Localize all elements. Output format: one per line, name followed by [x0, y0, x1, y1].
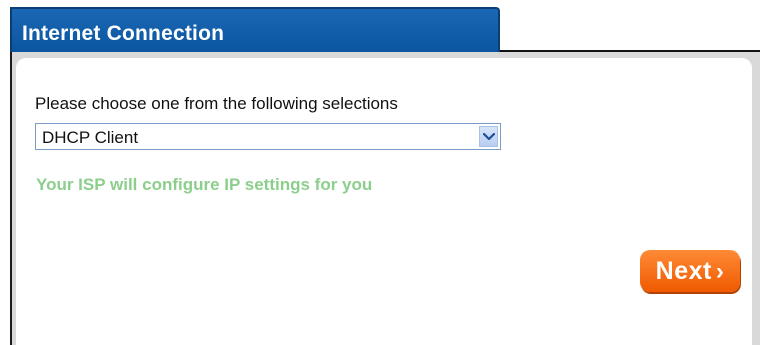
internet-connection-tab: Internet Connection — [10, 7, 500, 52]
connection-type-select[interactable]: DHCP Client — [35, 123, 501, 150]
next-button-label: Next — [655, 257, 712, 285]
content-panel: Please choose one from the following sel… — [10, 52, 760, 345]
selection-prompt: Please choose one from the following sel… — [35, 94, 398, 113]
page-title: Internet Connection — [22, 22, 225, 45]
next-button[interactable]: Next › — [640, 250, 740, 292]
chevron-down-icon[interactable] — [479, 126, 498, 147]
connection-type-selected-value: DHCP Client — [42, 128, 139, 147]
chevron-right-icon: › — [715, 258, 725, 285]
content-card: Please choose one from the following sel… — [16, 58, 752, 345]
isp-info-note: Your ISP will configure IP settings for … — [36, 175, 373, 194]
internet-connection-page: Internet Connection Please choose one fr… — [0, 0, 760, 345]
